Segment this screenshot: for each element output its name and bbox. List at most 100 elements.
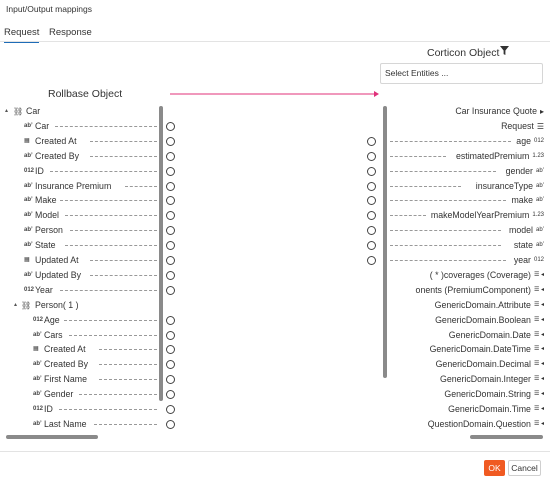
tree-row[interactable]: Car Insurance Quote ▸ bbox=[360, 104, 550, 119]
left-horizontal-scrollbar[interactable] bbox=[6, 435, 98, 439]
tree-row[interactable]: GenericDomain.Integer ☰ ◂ bbox=[360, 372, 550, 387]
tree-row[interactable]: GenericDomain.Time ☰ ◂ bbox=[360, 402, 550, 417]
mapping-connector-circle[interactable] bbox=[166, 226, 175, 236]
tree-item-label: GenericDomain.Boolean bbox=[435, 314, 531, 325]
tree-row[interactable]: state ab’ bbox=[360, 238, 550, 253]
tree-row[interactable]: GenericDomain.Attribute ☰ ◂ bbox=[360, 298, 550, 313]
tree-row[interactable]: ab’ Last Name bbox=[0, 417, 180, 432]
connector-dash bbox=[60, 200, 157, 202]
mapping-connector-circle[interactable] bbox=[166, 330, 175, 340]
tree-row[interactable]: ▴ ⛓ Person( 1 ) bbox=[0, 298, 180, 313]
tree-row[interactable]: GenericDomain.String ☰ ◂ bbox=[360, 387, 550, 402]
mapping-connector-circle[interactable] bbox=[367, 211, 376, 221]
tree-row[interactable]: year 012 bbox=[360, 253, 550, 268]
mapping-connector-circle[interactable] bbox=[166, 151, 175, 161]
tree-row[interactable]: 012 ID bbox=[0, 164, 180, 179]
mapping-connector-circle[interactable] bbox=[367, 241, 376, 251]
tree-row[interactable]: ab’ Car bbox=[0, 119, 180, 134]
mapping-connector-circle[interactable] bbox=[166, 196, 175, 206]
mapping-connector-circle[interactable] bbox=[367, 136, 376, 146]
mapping-connector-circle[interactable] bbox=[166, 256, 175, 265]
mapping-connector-circle[interactable] bbox=[367, 196, 376, 206]
number-icon: 012 bbox=[33, 406, 44, 412]
tree-row[interactable]: make ab’ bbox=[360, 193, 550, 208]
right-horizontal-scrollbar[interactable] bbox=[470, 435, 543, 439]
tree-row[interactable]: ab’ Person bbox=[0, 223, 180, 238]
tabs-divider bbox=[0, 41, 550, 42]
mapping-connector-circle[interactable] bbox=[166, 405, 175, 414]
decimal-icon: 1.23 bbox=[532, 212, 544, 219]
tree-row[interactable]: Request ☰ bbox=[360, 119, 550, 134]
tree-row[interactable]: ▴ ⛓ Car bbox=[0, 104, 180, 119]
mapping-connector-circle[interactable] bbox=[166, 166, 175, 176]
tree-item-label: Cars bbox=[44, 329, 63, 340]
tree-row[interactable]: onents (PremiumComponent) ☰ ◂ bbox=[360, 283, 550, 298]
tree-row[interactable]: GenericDomain.Boolean ☰ ◂ bbox=[360, 313, 550, 328]
tree-row[interactable]: ab’ First Name bbox=[0, 372, 180, 387]
mapping-connector-circle[interactable] bbox=[166, 419, 175, 429]
tree-row[interactable]: 012 ID bbox=[0, 402, 180, 417]
rollbase-tree-panel[interactable]: ▴ ⛓ Car ab’ Car ▦ Created At ab’ Created By 012 ID… bbox=[0, 104, 180, 440]
connector-dash bbox=[390, 140, 511, 142]
tree-row-content: estimatedPremium 1.23 bbox=[456, 149, 544, 164]
mapping-connector-circle[interactable] bbox=[166, 315, 175, 325]
tree-row[interactable]: GenericDomain.Decimal ☰ ◂ bbox=[360, 357, 550, 372]
tree-row[interactable]: ab’ Created By bbox=[0, 149, 180, 164]
ok-button[interactable]: OK bbox=[484, 460, 505, 476]
tree-row[interactable]: age 012 bbox=[360, 134, 550, 149]
tree-row[interactable]: ab’ Insurance Premium bbox=[0, 179, 180, 194]
mapping-connector-circle[interactable] bbox=[166, 121, 175, 131]
mapping-connector-circle[interactable] bbox=[166, 241, 175, 251]
left-vertical-scrollbar[interactable] bbox=[159, 106, 163, 401]
tree-row[interactable]: ▦ Updated At bbox=[0, 253, 180, 268]
mapping-connector-circle[interactable] bbox=[166, 270, 175, 280]
tree-row[interactable]: gender ab’ bbox=[360, 164, 550, 179]
tree-row[interactable]: ab’ Model bbox=[0, 208, 180, 223]
tree-row[interactable]: estimatedPremium 1.23 bbox=[360, 149, 550, 164]
mapping-connector-circle[interactable] bbox=[166, 390, 175, 400]
mapping-connector-circle[interactable] bbox=[166, 285, 175, 295]
tree-row[interactable]: makeModelYearPremium 1.23 bbox=[360, 208, 550, 223]
tree-item-label: make bbox=[511, 195, 533, 206]
tree-item-label: estimatedPremium bbox=[455, 150, 530, 161]
mapping-connector-circle[interactable] bbox=[367, 151, 376, 161]
tree-row[interactable]: model ab’ bbox=[360, 223, 550, 238]
mapping-connector-circle[interactable] bbox=[367, 226, 376, 236]
tree-row[interactable]: insuranceType ab’ bbox=[360, 179, 550, 194]
mapping-connector-circle[interactable] bbox=[166, 181, 175, 191]
tree-row[interactable]: ab’ Make bbox=[0, 193, 180, 208]
mapping-connector-circle[interactable] bbox=[166, 360, 175, 370]
tree-row[interactable]: ▦ Created At bbox=[0, 342, 180, 357]
tree-row[interactable]: ( * )coverages (Coverage) ☰ ◂ bbox=[360, 268, 550, 283]
mapping-connector-circle[interactable] bbox=[166, 345, 175, 355]
mapping-connector-circle[interactable] bbox=[367, 256, 376, 265]
mapping-connector-circle[interactable] bbox=[367, 166, 376, 176]
tree-row[interactable]: 012 Year bbox=[0, 283, 180, 298]
tree-row[interactable]: ▦ Created At bbox=[0, 134, 180, 149]
tree-row-content: gender ab’ bbox=[506, 164, 544, 179]
tree-item-label: Car bbox=[26, 106, 41, 116]
tree-row[interactable]: GenericDomain.DateTime ☰ ◂ bbox=[360, 342, 550, 357]
tree-row[interactable]: ab’ Created By bbox=[0, 357, 180, 372]
tree-row-content: year 012 bbox=[514, 253, 544, 268]
right-vertical-scrollbar[interactable] bbox=[383, 106, 387, 378]
corticon-tree-panel[interactable]: Car Insurance Quote ▸ Request ☰ age 012 estima… bbox=[360, 104, 550, 440]
mapping-connector-circle[interactable] bbox=[166, 211, 175, 221]
tree-item-label: year bbox=[513, 255, 531, 265]
tree-row[interactable]: ab’ Cars bbox=[0, 328, 180, 343]
tab-response[interactable]: Response bbox=[49, 27, 92, 38]
tree-row[interactable]: GenericDomain.Date ☰ ◂ bbox=[360, 328, 550, 343]
mapping-connector-circle[interactable] bbox=[166, 136, 175, 146]
tree-row[interactable]: ab’ Updated By bbox=[0, 268, 180, 283]
filter-icon[interactable] bbox=[500, 46, 509, 58]
mapping-connector-circle[interactable] bbox=[367, 181, 376, 191]
expand-toggle-icon[interactable]: ▴ bbox=[5, 104, 8, 119]
tree-row[interactable]: ab’ State bbox=[0, 238, 180, 253]
tree-row[interactable]: QuestionDomain.Question ☰ ◂ bbox=[360, 417, 550, 432]
cancel-button[interactable]: Cancel bbox=[508, 460, 541, 476]
expand-toggle-icon[interactable]: ▴ bbox=[14, 298, 17, 313]
select-entities-input[interactable]: Select Entities ... bbox=[380, 63, 543, 84]
tree-row[interactable]: 012 Age bbox=[0, 313, 180, 328]
tree-row[interactable]: ab’ Gender bbox=[0, 387, 180, 402]
mapping-connector-circle[interactable] bbox=[166, 375, 175, 385]
